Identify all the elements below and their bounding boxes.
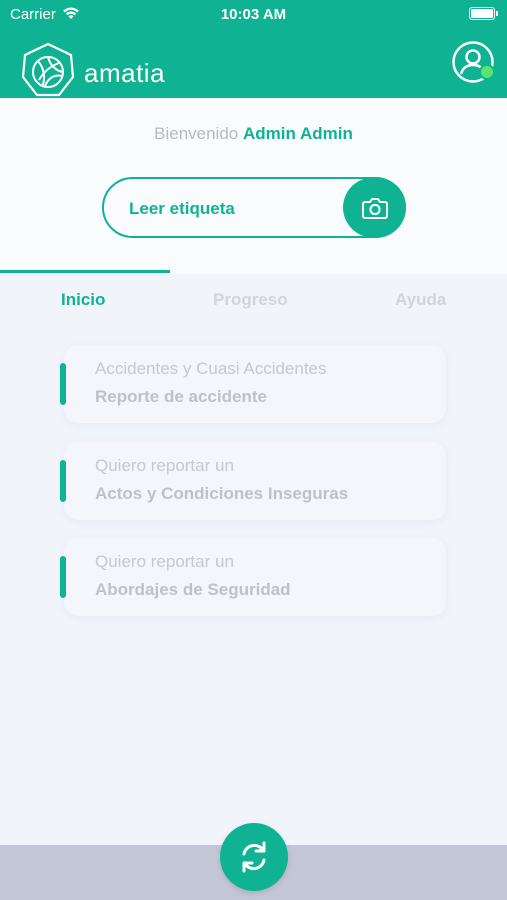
- card-accidentes[interactable]: Accidentes y Cuasi Accidentes Reporte de…: [60, 345, 446, 423]
- tab-progreso[interactable]: Progreso: [213, 290, 288, 310]
- card-actos-condiciones[interactable]: Quiero reportar un Actos y Condiciones I…: [60, 442, 446, 520]
- card-subtitle: Actos y Condiciones Inseguras: [95, 484, 349, 503]
- sync-icon: [242, 841, 266, 873]
- sync-button[interactable]: [220, 823, 288, 891]
- status-bar: Carrier 10:03 AM: [0, 0, 507, 28]
- camera-button[interactable]: [343, 177, 406, 238]
- scan-tag-label: Leer etiqueta: [129, 199, 235, 218]
- brand-name: amatia: [84, 58, 166, 88]
- card-accent-bar: [60, 556, 66, 598]
- tab-bar: Inicio Progreso Ayuda: [0, 274, 507, 330]
- online-status-dot: [479, 64, 495, 80]
- welcome-greeting: Bienvenido: [154, 124, 239, 143]
- card-title: Quiero reportar un: [95, 552, 234, 571]
- battery-icon: [469, 7, 498, 20]
- card-subtitle: Abordajes de Seguridad: [95, 580, 291, 599]
- tab-ayuda[interactable]: Ayuda: [395, 290, 446, 310]
- card-accent-bar: [60, 460, 66, 502]
- card-title: Accidentes y Cuasi Accidentes: [95, 359, 327, 378]
- tab-inicio[interactable]: Inicio: [61, 290, 105, 310]
- welcome-message: Bienvenido Admin Admin: [0, 124, 507, 144]
- camera-icon: [361, 197, 388, 219]
- amatia-logo-icon: [18, 38, 78, 106]
- card-abordajes[interactable]: Quiero reportar un Abordajes de Segurida…: [60, 538, 446, 616]
- card-title: Quiero reportar un: [95, 456, 234, 475]
- card-subtitle: Reporte de accidente: [95, 387, 267, 406]
- top-area: Bienvenido Admin Admin Leer etiqueta: [0, 98, 507, 274]
- clock: 10:03 AM: [220, 6, 287, 23]
- card-accent-bar: [60, 363, 66, 405]
- scan-tag-button[interactable]: Leer etiqueta: [102, 177, 406, 238]
- welcome-user-name: Admin Admin: [242, 124, 353, 143]
- tab-indicator: [0, 270, 170, 273]
